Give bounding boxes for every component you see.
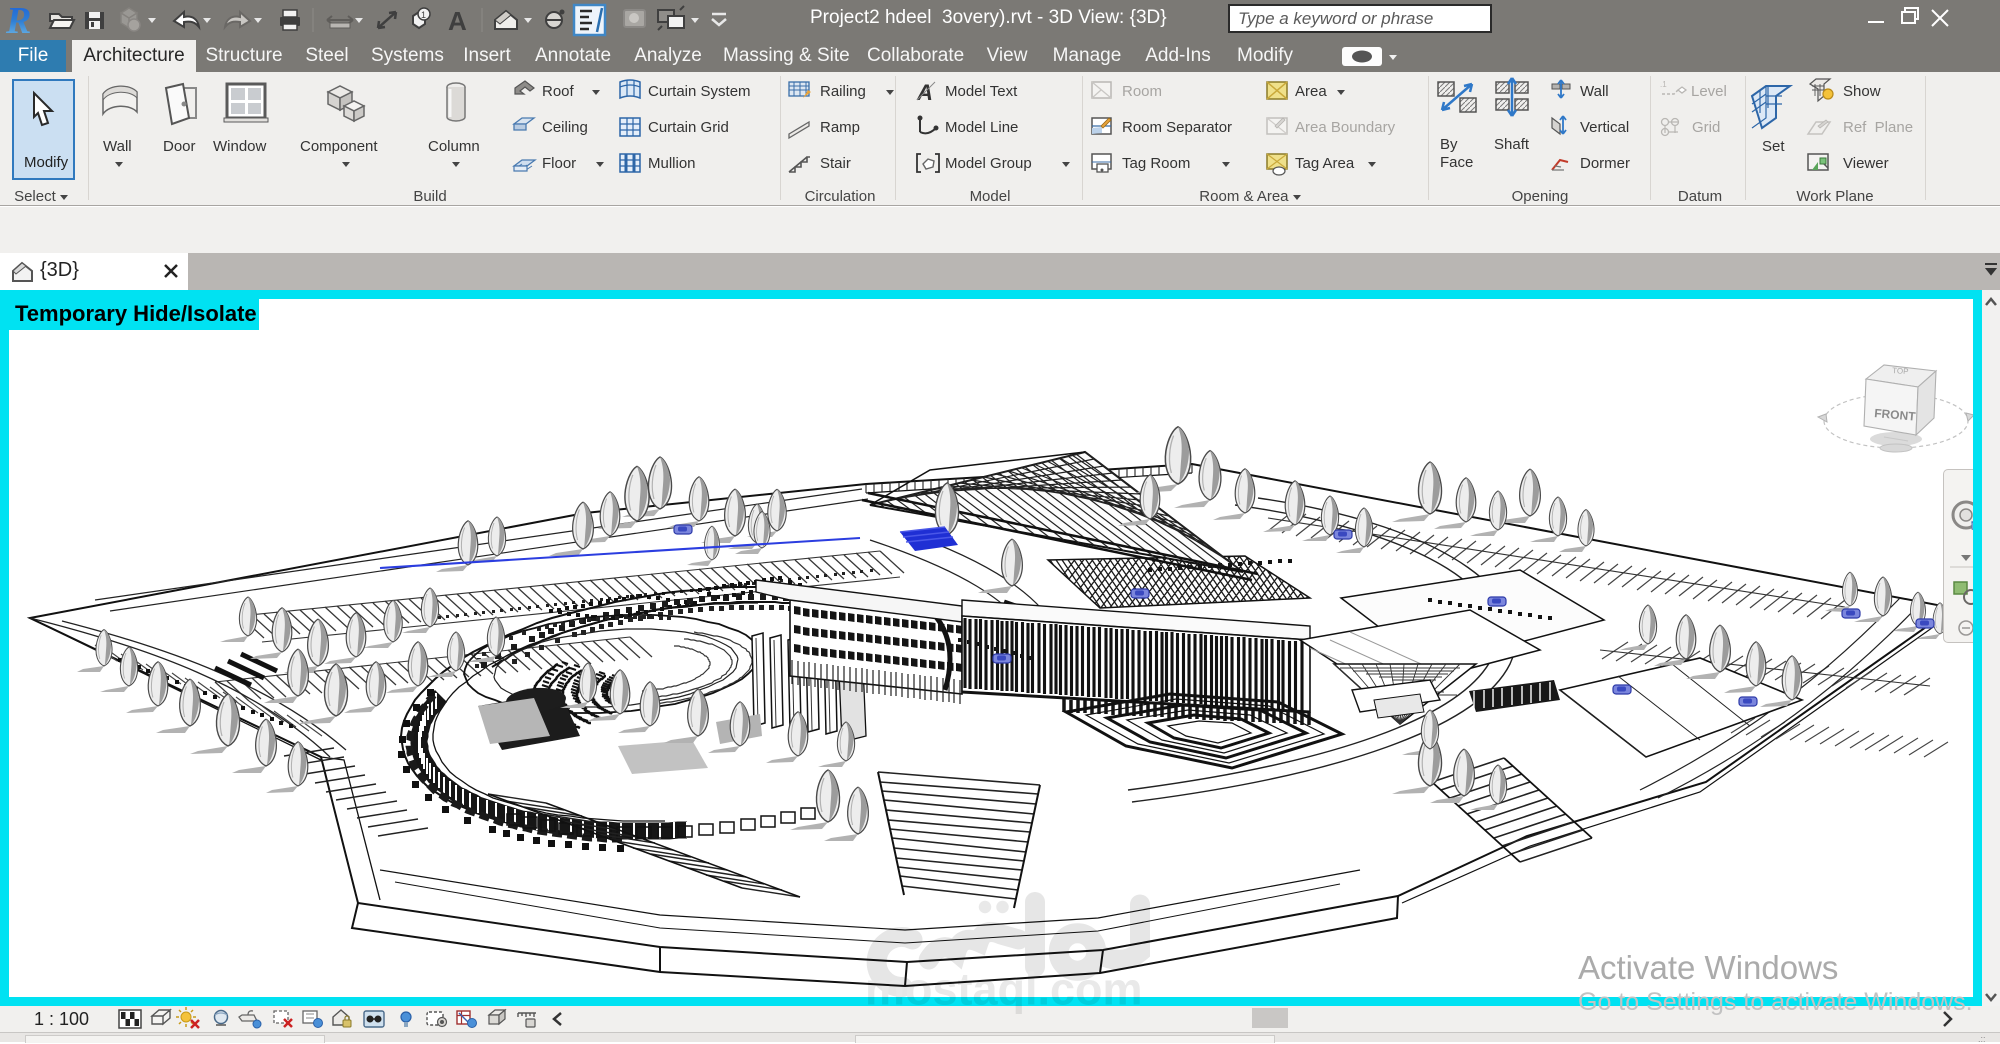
svg-text:mostaql.com: mostaql.com xyxy=(865,964,1143,1015)
svg-text:1: 1 xyxy=(421,10,426,20)
svg-text:.1: .1 xyxy=(1660,80,1667,89)
svg-text:R: R xyxy=(5,0,31,40)
svg-text:TOP: TOP xyxy=(1892,366,1909,376)
svg-text:A: A xyxy=(448,6,467,36)
